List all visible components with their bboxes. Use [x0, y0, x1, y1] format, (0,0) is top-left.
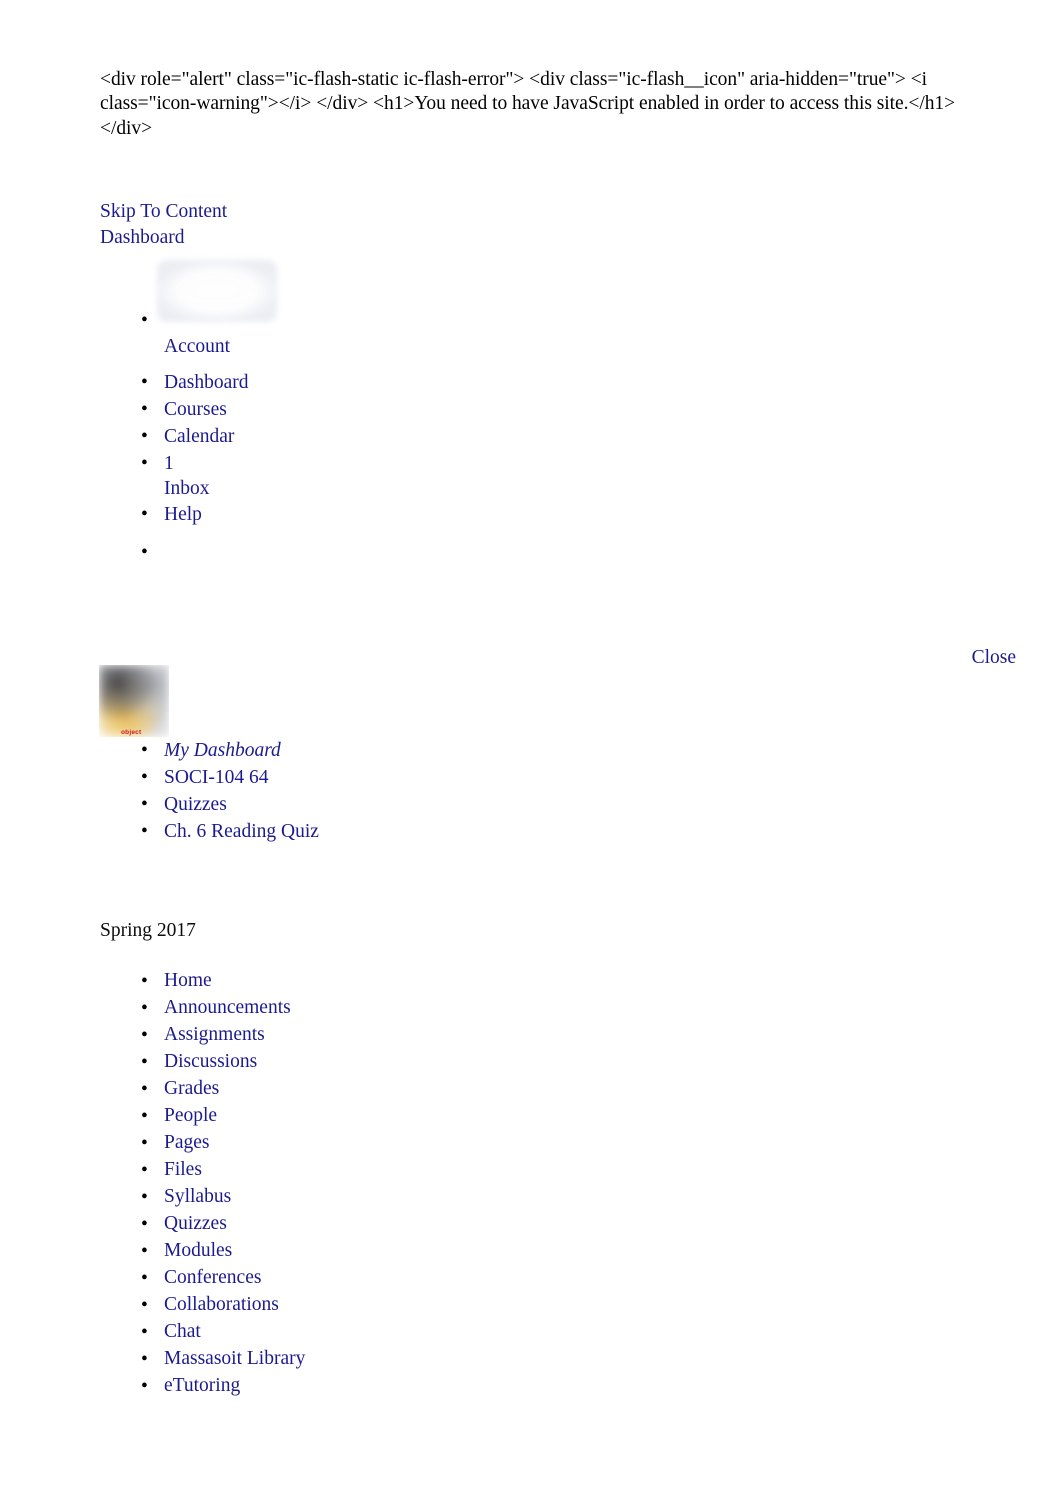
close-button[interactable]: Close — [972, 645, 1016, 671]
course-nav-list: Home Announcements Assignments Discussio… — [141, 968, 305, 1400]
top-links: Skip To Content Dashboard — [100, 199, 227, 250]
course-nav-item-discussions-label[interactable]: Discussions — [164, 1049, 257, 1075]
course-nav-item-discussions[interactable]: Discussions — [141, 1049, 305, 1076]
course-nav-item-syllabus[interactable]: Syllabus — [141, 1184, 305, 1211]
course-nav-item-assignments[interactable]: Assignments — [141, 1022, 305, 1049]
broken-image-icon: object — [99, 665, 169, 737]
global-nav-item-courses-label[interactable]: Courses — [164, 397, 227, 423]
breadcrumb-item-quiz[interactable]: Ch. 6 Reading Quiz — [141, 819, 319, 846]
page-root: <div role="alert" class="ic-flash-static… — [0, 0, 1062, 1506]
breadcrumb-item-quizzes[interactable]: Quizzes — [141, 792, 319, 819]
course-nav-item-quizzes[interactable]: Quizzes — [141, 1211, 305, 1238]
term-heading: Spring 2017 — [100, 920, 196, 941]
course-nav-item-conferences-label[interactable]: Conferences — [164, 1265, 261, 1291]
breadcrumb-item-course-label[interactable]: SOCI-104 64 — [164, 765, 269, 791]
raw-markup-text: <div role="alert" class="ic-flash-static… — [100, 68, 956, 139]
course-nav-item-announcements[interactable]: Announcements — [141, 995, 305, 1022]
broken-image-alt-label: object — [121, 729, 142, 736]
course-nav-item-modules[interactable]: Modules — [141, 1238, 305, 1265]
global-nav-list: Account Dashboard Courses Calendar 1 Inb… — [141, 260, 277, 529]
course-nav-item-quizzes-label[interactable]: Quizzes — [164, 1211, 227, 1237]
breadcrumb-item-quizzes-label[interactable]: Quizzes — [164, 792, 227, 818]
skip-to-content-link[interactable]: Skip To Content — [100, 199, 227, 225]
course-nav-item-files[interactable]: Files — [141, 1157, 305, 1184]
course-nav-item-chat[interactable]: Chat — [141, 1319, 305, 1346]
global-nav-item-calendar[interactable]: Calendar — [141, 424, 248, 451]
dashboard-link[interactable]: Dashboard — [100, 225, 227, 251]
global-nav-item-inbox-label[interactable]: Inbox — [164, 476, 248, 502]
global-nav-item-dashboard[interactable]: Dashboard — [141, 370, 248, 397]
global-nav-item-help-label[interactable]: Help — [164, 502, 202, 528]
course-nav-item-etutoring-label[interactable]: eTutoring — [164, 1373, 240, 1399]
course-nav-item-grades-label[interactable]: Grades — [164, 1076, 219, 1102]
course-nav-item-modules-label[interactable]: Modules — [164, 1238, 232, 1264]
empty-list-item[interactable] — [141, 540, 164, 566]
course-nav-item-massasoit-library-label[interactable]: Massasoit Library — [164, 1346, 305, 1372]
global-nav-item-dashboard-label[interactable]: Dashboard — [164, 370, 248, 396]
course-nav-item-massasoit-library[interactable]: Massasoit Library — [141, 1346, 305, 1373]
course-nav-item-chat-label[interactable]: Chat — [164, 1319, 201, 1345]
global-nav-item-account[interactable]: Account — [141, 260, 277, 370]
course-nav-item-collaborations-label[interactable]: Collaborations — [164, 1292, 279, 1318]
breadcrumb: My Dashboard SOCI-104 64 Quizzes Ch. 6 R… — [141, 738, 319, 846]
course-nav-item-people[interactable]: People — [141, 1103, 305, 1130]
empty-nav-list — [141, 540, 164, 566]
course-nav-item-announcements-label[interactable]: Announcements — [164, 995, 291, 1021]
breadcrumb-item-my-dashboard[interactable]: My Dashboard — [141, 738, 319, 765]
course-nav-item-home[interactable]: Home — [141, 968, 305, 995]
breadcrumb-item-quiz-label[interactable]: Ch. 6 Reading Quiz — [164, 819, 319, 845]
global-nav-item-help[interactable]: Help — [141, 502, 248, 529]
broken-image-thumbnail — [99, 665, 169, 737]
global-nav-item-courses[interactable]: Courses — [141, 397, 248, 424]
course-nav-item-grades[interactable]: Grades — [141, 1076, 305, 1103]
course-nav-item-conferences[interactable]: Conferences — [141, 1265, 305, 1292]
course-nav-item-pages[interactable]: Pages — [141, 1130, 305, 1157]
course-nav-item-files-label[interactable]: Files — [164, 1157, 202, 1183]
course-nav-item-assignments-label[interactable]: Assignments — [164, 1022, 265, 1048]
breadcrumb-item-course[interactable]: SOCI-104 64 — [141, 765, 319, 792]
course-nav-item-etutoring[interactable]: eTutoring — [141, 1373, 305, 1400]
breadcrumb-item-my-dashboard-label[interactable]: My Dashboard — [164, 738, 281, 764]
course-nav-item-home-label[interactable]: Home — [164, 968, 212, 994]
global-nav-item-account-label[interactable]: Account — [164, 334, 230, 360]
course-nav-item-syllabus-label[interactable]: Syllabus — [164, 1184, 231, 1210]
avatar-image-placeholder-icon — [157, 260, 277, 322]
global-nav-item-inbox[interactable]: 1 Inbox — [141, 451, 248, 502]
global-nav-item-calendar-label[interactable]: Calendar — [164, 424, 234, 450]
course-nav-item-collaborations[interactable]: Collaborations — [141, 1292, 305, 1319]
course-nav-item-people-label[interactable]: People — [164, 1103, 217, 1129]
inbox-unread-count[interactable]: 1 — [164, 451, 174, 477]
course-nav-item-pages-label[interactable]: Pages — [164, 1130, 210, 1156]
